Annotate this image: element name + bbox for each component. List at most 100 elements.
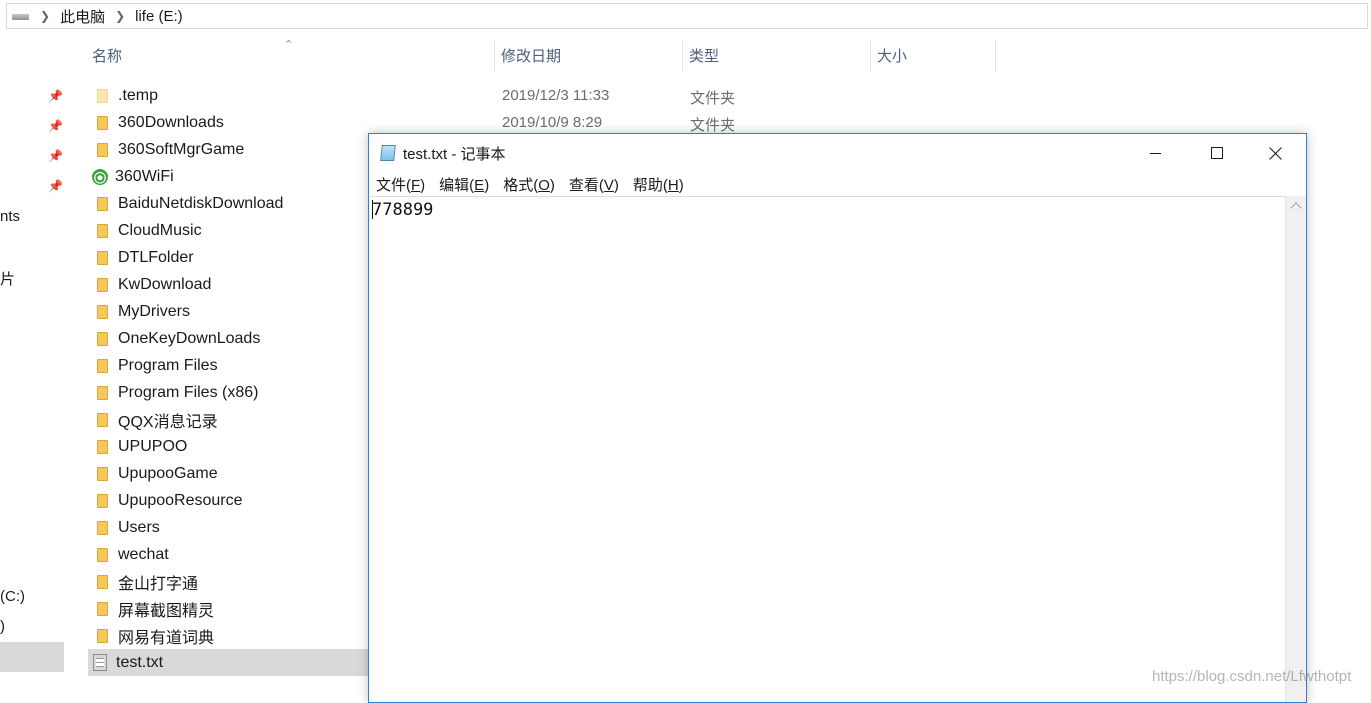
file-row[interactable]: UpupooResource <box>88 487 378 514</box>
file-name: 屏幕截图精灵 <box>118 602 215 620</box>
nav-item-pictures[interactable]: 片 <box>0 268 15 289</box>
menu-format-end: ) <box>549 176 555 194</box>
file-row[interactable]: CloudMusic <box>88 217 378 244</box>
file-row[interactable]: 网易有道词典 <box>88 622 378 649</box>
menu-file-label: 文件( <box>376 176 411 194</box>
folder-icon <box>95 574 109 590</box>
nav-item-selected[interactable] <box>0 642 64 672</box>
vertical-scrollbar[interactable] <box>1285 196 1306 702</box>
pin-icon[interactable]: 📌 <box>48 179 63 193</box>
menu-help[interactable]: 帮助(H) <box>633 174 684 195</box>
file-name: MyDrivers <box>118 302 190 320</box>
file-name: KwDownload <box>118 275 212 293</box>
file-row[interactable]: 360WiFi <box>88 163 378 190</box>
file-row[interactable]: .temp <box>88 82 378 109</box>
scroll-up-icon[interactable] <box>1290 202 1302 214</box>
nav-item-documents[interactable]: nts <box>0 208 20 225</box>
folder-icon <box>95 115 109 131</box>
menu-edit[interactable]: 编辑(E) <box>439 174 489 195</box>
menu-edit-label: 编辑( <box>439 176 475 194</box>
folder-icon <box>95 196 109 212</box>
pin-icon[interactable]: 📌 <box>48 89 63 103</box>
file-name: Program Files <box>118 356 218 374</box>
file-row[interactable]: Users <box>88 514 378 541</box>
file-name: .temp <box>118 86 159 104</box>
column-header-name[interactable]: 名称 <box>86 40 495 72</box>
modified-date: 2019/10/9 8:29 <box>502 114 603 131</box>
file-name: Users <box>118 518 160 536</box>
file-name: BaiduNetdiskDownload <box>118 194 284 212</box>
file-row[interactable]: test.txt <box>88 649 378 676</box>
editor-content: 778899 <box>372 200 434 220</box>
close-button[interactable] <box>1247 134 1305 172</box>
file-row[interactable]: 屏幕截图精灵 <box>88 595 378 622</box>
file-type: 文件夹 <box>690 90 736 107</box>
chevron-right-icon: ❯ <box>115 9 126 23</box>
menu-format-accel: O <box>538 176 550 194</box>
chevron-right-icon: ❯ <box>40 9 51 23</box>
file-row[interactable]: MyDrivers <box>88 298 378 325</box>
minimize-icon <box>1149 152 1161 154</box>
file-name: CloudMusic <box>118 221 202 239</box>
file-name: 360SoftMgrGame <box>118 140 245 158</box>
folder-icon <box>95 142 109 158</box>
folder-icon <box>95 250 109 266</box>
file-type: 文件夹 <box>690 117 736 134</box>
column-header-modified[interactable]: 修改日期 <box>495 40 683 72</box>
column-header-type[interactable]: 类型 <box>683 40 871 72</box>
file-name: 金山打字通 <box>118 575 199 593</box>
folder-icon <box>95 601 109 617</box>
menu-file[interactable]: 文件(F) <box>376 174 425 195</box>
file-name: OneKeyDownLoads <box>118 329 261 347</box>
file-name: test.txt <box>116 653 164 671</box>
file-row[interactable]: UpupooGame <box>88 460 378 487</box>
file-row[interactable]: OneKeyDownLoads <box>88 325 378 352</box>
file-row[interactable]: DTLFolder <box>88 244 378 271</box>
menu-view-end: ) <box>613 176 619 194</box>
text-file-icon <box>93 654 107 671</box>
menu-help-accel: H <box>667 176 679 194</box>
notepad-window: test.txt - 记事本 文件(F) 编辑(E) 格式(O) 查看(V) 帮… <box>368 133 1307 703</box>
file-row[interactable]: KwDownload <box>88 271 378 298</box>
nav-item-drive-c[interactable]: (C:) <box>0 588 25 605</box>
window-title: test.txt - 记事本 <box>403 145 506 163</box>
column-header-size[interactable]: 大小 <box>871 40 996 72</box>
file-list: .temp 360Downloads 360SoftMgrGame 360WiFi Ba… <box>88 82 378 676</box>
minimize-button[interactable] <box>1126 134 1184 172</box>
file-row[interactable]: wechat <box>88 541 378 568</box>
navigation-pane: 📌 📌 📌 📌 nts 片 (C:) ) <box>0 30 70 696</box>
pin-icon[interactable]: 📌 <box>48 119 63 133</box>
nav-item-drive-d[interactable]: ) <box>0 618 5 635</box>
file-row[interactable]: Program Files (x86) <box>88 379 378 406</box>
wifi-icon <box>92 168 108 185</box>
menu-view[interactable]: 查看(V) <box>569 174 619 195</box>
address-bar[interactable]: ❯ 此电脑 ❯ life (E:) <box>6 3 1368 29</box>
folder-icon <box>95 412 109 428</box>
text-editor[interactable]: 778899 <box>370 196 1285 703</box>
folder-icon <box>95 277 109 293</box>
file-row[interactable]: BaiduNetdiskDownload <box>88 190 378 217</box>
menu-format-label: 格式( <box>503 176 539 194</box>
file-row[interactable]: UPUPOO <box>88 433 378 460</box>
file-name: UPUPOO <box>118 437 188 455</box>
breadcrumb-this-pc[interactable]: 此电脑 <box>60 6 105 27</box>
file-row[interactable]: QQX消息记录 <box>88 406 378 433</box>
menu-view-accel: V <box>603 176 614 194</box>
folder-icon <box>95 628 109 644</box>
drive-icon <box>12 11 30 21</box>
watermark: https://blog.csdn.net/Lfwthotpt <box>1152 668 1352 685</box>
file-row[interactable]: 金山打字通 <box>88 568 378 595</box>
folder-icon <box>95 331 109 347</box>
file-name: 网易有道词典 <box>118 629 215 647</box>
maximize-button[interactable] <box>1188 134 1246 172</box>
file-row[interactable]: 360Downloads <box>88 109 378 136</box>
file-row[interactable]: 360SoftMgrGame <box>88 136 378 163</box>
breadcrumb-drive-e[interactable]: life (E:) <box>135 8 183 25</box>
folder-icon <box>95 520 109 536</box>
notepad-icon[interactable] <box>380 144 396 162</box>
menu-edit-end: ) <box>484 176 490 194</box>
folder-icon <box>95 466 109 482</box>
file-row[interactable]: Program Files <box>88 352 378 379</box>
menu-format[interactable]: 格式(O) <box>503 174 555 195</box>
pin-icon[interactable]: 📌 <box>48 149 63 163</box>
